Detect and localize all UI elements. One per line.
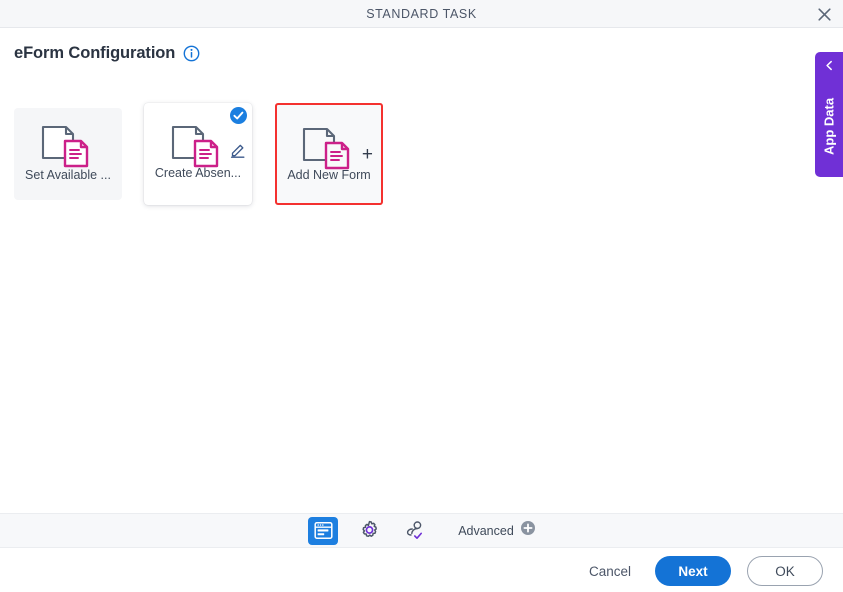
- page-header: eForm Configuration: [14, 44, 200, 63]
- plus-glyph: +: [362, 145, 373, 164]
- cancel-button[interactable]: Cancel: [581, 558, 639, 585]
- eform-card-label: Create Absen...: [144, 166, 252, 180]
- close-icon[interactable]: [813, 3, 835, 25]
- pencil-icon[interactable]: [230, 142, 246, 158]
- advanced-label: Advanced: [458, 524, 514, 538]
- eform-card-label: Add New Form: [277, 168, 381, 182]
- ok-button[interactable]: OK: [747, 556, 823, 586]
- form-layout-icon[interactable]: [308, 517, 338, 545]
- eform-card-create-absence[interactable]: Create Absen...: [144, 103, 252, 205]
- eform-card-label: Set Available ...: [14, 168, 122, 182]
- app-data-label: App Data: [815, 76, 843, 176]
- info-circle-icon[interactable]: [183, 45, 200, 62]
- eform-card-list: Set Available ...: [0, 95, 843, 215]
- eform-card-add-new-form[interactable]: + Add New Form: [275, 103, 383, 205]
- dialog-footer: Cancel Next OK: [0, 550, 843, 592]
- chevron-left-icon: [815, 60, 843, 71]
- eform-card-set-available[interactable]: Set Available ...: [14, 108, 122, 200]
- window-title: STANDARD TASK: [0, 0, 843, 28]
- next-button[interactable]: Next: [655, 556, 731, 586]
- document-pair-icon: [14, 125, 122, 171]
- advanced-settings-button[interactable]: Advanced: [458, 521, 535, 540]
- user-check-icon[interactable]: [400, 517, 430, 545]
- app-data-panel-toggle[interactable]: App Data: [815, 52, 843, 177]
- page-title: eForm Configuration: [14, 44, 175, 63]
- bottom-toolbar: Advanced: [0, 513, 843, 548]
- check-circle-icon[interactable]: [230, 107, 247, 124]
- window-title-bar: STANDARD TASK: [0, 0, 843, 28]
- plus-circle-icon[interactable]: [521, 521, 535, 540]
- gear-icon[interactable]: [354, 517, 384, 545]
